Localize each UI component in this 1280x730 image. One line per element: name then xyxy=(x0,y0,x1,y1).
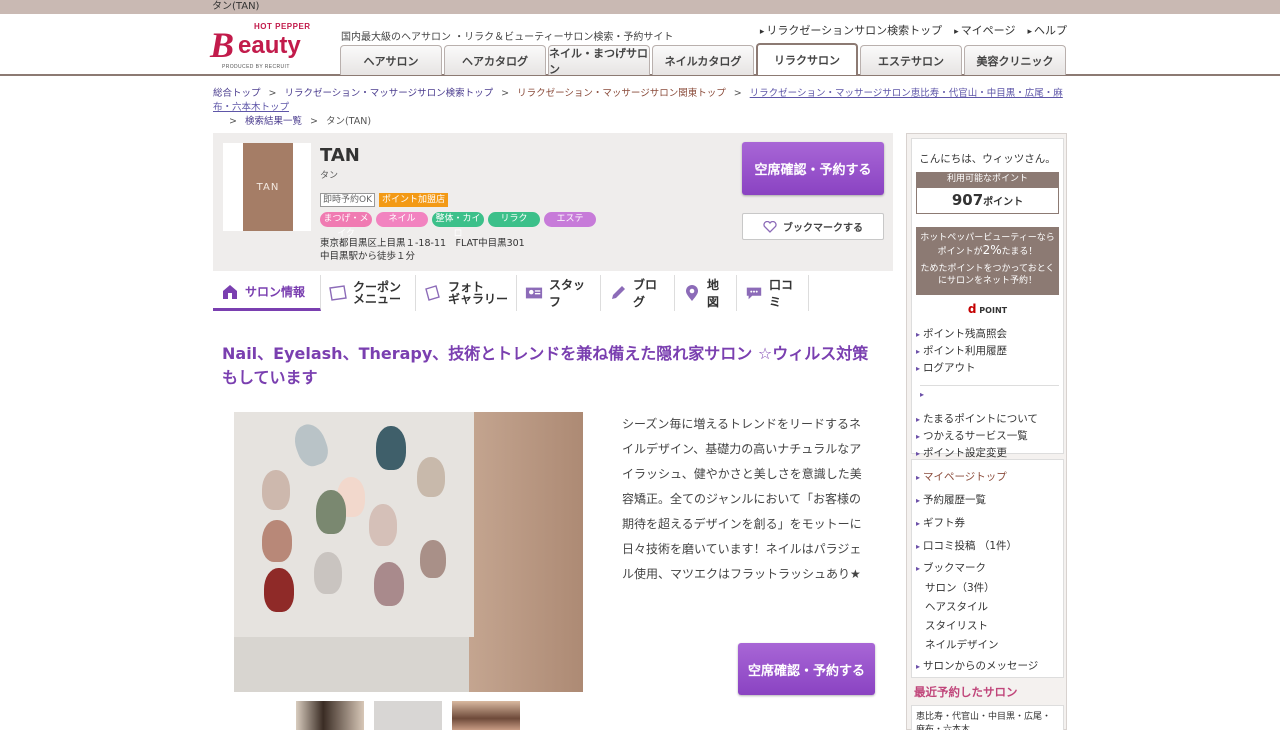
d-point-logo: d POINT xyxy=(967,302,1008,316)
photo-icon xyxy=(425,285,440,301)
points-value: 907 xyxy=(951,191,984,209)
nav-tab-hair-salon[interactable]: ヘアサロン xyxy=(340,45,442,75)
category-esthe: エステ xyxy=(544,212,596,227)
salon-kana: タン xyxy=(320,171,339,181)
top-links: リラクゼーションサロン検索トップ マイページ ヘルプ xyxy=(760,22,1067,38)
nav-tab-beauty-clinic[interactable]: 美容クリニック xyxy=(964,45,1066,75)
nav-tab-relax-salon[interactable]: リラクサロン xyxy=(756,43,858,75)
breadcrumb-relax-top[interactable]: リラクゼーション・マッサージサロン検索トップ xyxy=(284,88,493,99)
top-link-relax-search[interactable]: リラクゼーションサロン検索トップ xyxy=(760,22,942,38)
breadcrumb-current: タン(TAN) xyxy=(325,116,372,127)
main-photo-nail-samples[interactable] xyxy=(234,412,583,692)
tab-map[interactable]: 地図 xyxy=(675,275,737,311)
tab-staff[interactable]: スタッフ xyxy=(517,275,601,311)
link-services[interactable]: つかえるサービス一覧 xyxy=(916,428,1063,445)
instant-booking-badge: 即時予約OK xyxy=(320,193,375,207)
main-nav-tabs: ヘアサロン ヘアカタログ ネイル・まつげサロン ネイルカタログ リラクサロン エ… xyxy=(340,43,1066,76)
breadcrumb-kanto-top[interactable]: リラクゼーション・マッサージサロン関東トップ xyxy=(517,88,726,99)
sidebar: こんにちは、ウィッツさん。 利用可能なポイント 907ポイント ホットペッパービ… xyxy=(906,133,1067,730)
pencil-icon xyxy=(612,286,625,299)
browser-tab-bar: タン(TAN) xyxy=(0,0,1280,14)
logo-top-text: HOT PEPPER xyxy=(254,22,311,31)
breadcrumb: 総合トップ > リラクゼーション・マッサージサロン検索トップ > リラクゼーション・マッ… xyxy=(213,88,1063,127)
bookmark-button[interactable]: ブックマークする xyxy=(742,213,884,240)
points-value-box: 907ポイント xyxy=(916,187,1059,214)
link-bookmark-stylist[interactable]: スタイリスト xyxy=(916,617,1063,636)
recent-salons-title: 最近予約したサロン xyxy=(914,685,1018,699)
nav-tab-esthe-salon[interactable]: エステサロン xyxy=(860,45,962,75)
link-about-points[interactable]: たまるポイントについて xyxy=(916,411,1063,428)
salon-sub-nav: サロン情報 クーポン メニュー フォト ギャラリー スタッフ ブログ 地図 口コミ xyxy=(213,275,809,311)
site-tagline: 国内最大級のヘアサロン ・リラク＆ビューティーサロン検索・予約サイト xyxy=(341,32,674,43)
thumbnail-photo[interactable] xyxy=(374,701,442,730)
map-pin-icon xyxy=(686,285,698,301)
category-relax: リラク xyxy=(488,212,540,227)
salon-thumbnail-logo: TAN xyxy=(243,143,293,231)
tab-blog[interactable]: ブログ xyxy=(601,275,675,311)
tab-title[interactable]: タン(TAN) xyxy=(212,0,259,14)
link-gift-card[interactable]: ギフト券 xyxy=(916,512,1063,535)
heart-icon xyxy=(763,220,777,233)
hotpepper-beauty-logo[interactable]: HOT PEPPER B eauty PRODUCED BY RECRUIT xyxy=(210,22,320,76)
link-mypage-top[interactable]: マイページトップ xyxy=(916,466,1063,489)
salon-access: 中目黒駅から徒歩１分 xyxy=(320,251,416,262)
salon-description: シーズン毎に増えるトレンドをリードするネイルデザイン、基礎力の高いナチュラルなア… xyxy=(622,417,862,581)
logo-produced-by: PRODUCED BY RECRUIT xyxy=(222,64,290,70)
category-tags: まつげ・メイク ネイル 整体・カイロ リラク エステ xyxy=(320,212,596,239)
recent-salon-area[interactable]: 恵比寿・代官山・中目黒・広尾・麻布・六本木 xyxy=(911,705,1064,730)
site-header: HOT PEPPER B eauty PRODUCED BY RECRUIT 国… xyxy=(0,14,1280,76)
tab-salon-info[interactable]: サロン情報 xyxy=(213,275,321,311)
tab-photo-gallery[interactable]: フォト ギャラリー xyxy=(416,275,517,311)
link-review-post[interactable]: 口コミ投稿 （1件） xyxy=(916,535,1063,558)
category-seitai: 整体・カイロ xyxy=(432,212,484,239)
tab-coupon-menu[interactable]: クーポン メニュー xyxy=(321,275,416,311)
mypage-panel: マイページトップ 予約履歴一覧 ギフト券 口コミ投稿 （1件） ブックマーク サ… xyxy=(911,459,1064,678)
link-bookmark-nail[interactable]: ネイルデザイン xyxy=(916,636,1063,655)
home-icon xyxy=(223,284,237,299)
points-member-badge: ポイント加盟店 xyxy=(379,193,449,207)
category-eyelash: まつげ・メイク xyxy=(320,212,372,239)
link-logout[interactable]: ログアウト xyxy=(916,360,1063,377)
salon-headline: Nail、Eyelash、Therapy、技術とトレンドを兼ね備えた隠れ家サロン… xyxy=(222,344,869,387)
link-bookmark-hairstyle[interactable]: ヘアスタイル xyxy=(916,598,1063,617)
reserve-button-secondary[interactable]: 空席確認・予約する xyxy=(738,643,875,695)
salon-name: TAN xyxy=(320,145,360,166)
link-point-balance[interactable]: ポイント残高照会 xyxy=(916,326,1063,343)
bookmark-label: ブックマークする xyxy=(783,223,863,234)
speech-bubble-icon xyxy=(746,287,762,300)
link-bookmark[interactable]: ブックマーク xyxy=(916,558,1063,579)
nav-tab-nail-catalog[interactable]: ネイルカタログ xyxy=(652,45,754,75)
nav-tab-nail-salon[interactable]: ネイル・まつげサロン xyxy=(548,45,650,76)
link-reservation-history[interactable]: 予約履歴一覧 xyxy=(916,489,1063,512)
thumbnail-photo[interactable] xyxy=(452,701,520,730)
points-panel: こんにちは、ウィッツさん。 利用可能なポイント 907ポイント ホットペッパービ… xyxy=(911,138,1064,459)
greeting: こんにちは、ウィッツさん。 xyxy=(919,153,1056,165)
point-links: ポイント残高照会 ポイント利用履歴 ログアウト たまるポイントについて つかえる… xyxy=(916,326,1063,462)
tab-reviews[interactable]: 口コミ xyxy=(737,275,809,311)
breadcrumb-search-results[interactable]: 検索結果一覧 xyxy=(245,116,302,127)
breadcrumb-top[interactable]: 総合トップ xyxy=(213,88,261,99)
logo-b: B xyxy=(210,25,235,65)
photo-thumbnails xyxy=(296,701,520,730)
points-label: 利用可能なポイント xyxy=(916,172,1059,187)
link-bookmark-salon[interactable]: サロン（3件） xyxy=(916,579,1063,598)
top-link-help[interactable]: ヘルプ xyxy=(1027,22,1067,38)
salon-header-box: TAN TAN タン 即時予約OK ポイント加盟店 まつげ・メイク ネイル 整体… xyxy=(213,133,893,271)
nav-tab-hair-catalog[interactable]: ヘアカタログ xyxy=(444,45,546,75)
salon-address: 東京都目黒区上目黒１-18-11 FLAT中目黒301 xyxy=(320,238,525,249)
staff-icon xyxy=(525,287,543,299)
coupon-icon xyxy=(329,285,347,301)
logo-rest: eauty xyxy=(238,32,301,59)
top-link-mypage[interactable]: マイページ xyxy=(954,22,1016,38)
salon-address-block: 東京都目黒区上目黒１-18-11 FLAT中目黒301 中目黒駅から徒歩１分 xyxy=(320,237,525,263)
points-promo: ホットペッパービューティーなら ポイントが2%たまる！ ためたポイントをつかって… xyxy=(916,227,1059,295)
link-point-history[interactable]: ポイント利用履歴 xyxy=(916,343,1063,360)
link-salon-messages[interactable]: サロンからのメッセージ xyxy=(916,655,1063,678)
category-nail: ネイル xyxy=(376,212,428,227)
reserve-button[interactable]: 空席確認・予約する xyxy=(742,142,884,195)
salon-thumbnail: TAN xyxy=(223,143,311,231)
thumbnail-photo[interactable] xyxy=(296,701,364,730)
